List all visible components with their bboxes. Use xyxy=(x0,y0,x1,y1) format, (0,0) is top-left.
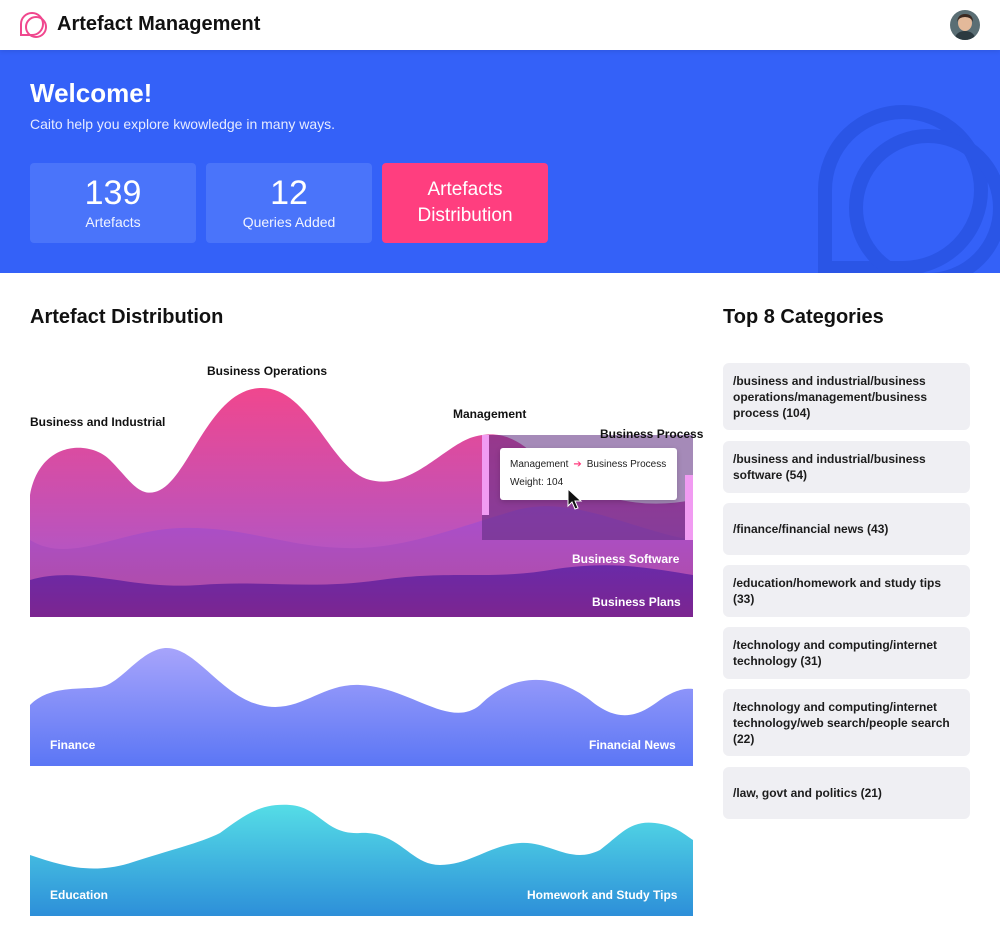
mouse-cursor-icon xyxy=(567,488,583,510)
category-item[interactable]: /business and industrial/business operat… xyxy=(723,363,970,430)
stream-label: Homework and Study Tips xyxy=(527,888,678,902)
stream-label: Business and Industrial xyxy=(30,415,166,429)
category-item[interactable]: /education/homework and study tips (33) xyxy=(723,565,970,617)
stream-label: Business Operations xyxy=(207,364,328,378)
category-item[interactable]: /law, govt and politics (21) xyxy=(723,767,970,819)
chat-bubbles-logo-icon[interactable] xyxy=(18,10,48,40)
section-title-distribution: Artefact Distribution xyxy=(30,306,224,328)
stream-label: Education xyxy=(50,888,109,902)
stream-label: Business Software xyxy=(572,552,680,566)
stream-label: Management xyxy=(453,407,527,421)
category-item[interactable]: /technology and computing/internet techn… xyxy=(723,689,970,756)
category-item[interactable]: /business and industrial/business softwa… xyxy=(723,441,970,493)
stream-chart-finance[interactable]: Finance Financial News xyxy=(30,645,693,766)
welcome-subtitle: Caito help you explore kwowledge in many… xyxy=(30,116,336,132)
stream-label: Business Plans xyxy=(592,595,681,609)
stat-label: Artefacts xyxy=(85,214,141,230)
logo-watermark-icon xyxy=(818,105,1000,273)
highlight-bar xyxy=(482,435,489,515)
tooltip-target: Business Process xyxy=(586,459,667,470)
welcome-heading: Welcome! xyxy=(30,78,153,108)
stat-label: Queries Added xyxy=(242,214,336,230)
stat-card-artefacts: 139 Artefacts xyxy=(30,163,196,243)
stream-label: Financial News xyxy=(589,738,676,752)
app-title: Artefact Management xyxy=(57,13,261,35)
category-item[interactable]: /finance/financial news (43) xyxy=(723,503,970,555)
tooltip-source: Management xyxy=(510,459,569,470)
stat-card-queries: 12 Queries Added xyxy=(206,163,372,243)
stream-label: Finance xyxy=(50,738,96,752)
artefacts-distribution-button[interactable]: Artefacts Distribution xyxy=(382,163,548,243)
avatar[interactable] xyxy=(950,10,980,40)
stat-value: 12 xyxy=(270,174,308,212)
arrow-right-icon: ➔ xyxy=(573,459,582,470)
section-title-categories: Top 8 Categories xyxy=(723,306,884,328)
stat-value: 139 xyxy=(84,174,142,212)
welcome-banner: Welcome! Caito help you explore kwowledg… xyxy=(0,50,1000,273)
user-avatar-icon xyxy=(950,10,980,40)
category-item[interactable]: /technology and computing/internet techn… xyxy=(723,627,970,679)
highlight-bar xyxy=(685,475,693,540)
stream-chart-education[interactable]: Education Homework and Study Tips xyxy=(30,795,693,916)
tooltip-weight: Weight: 104 xyxy=(510,477,564,488)
stream-label: Business Process xyxy=(600,427,704,441)
top-bar: Artefact Management xyxy=(0,0,1000,50)
chart-tooltip: Management ➔ Business Process Weight: 104 xyxy=(500,448,677,500)
